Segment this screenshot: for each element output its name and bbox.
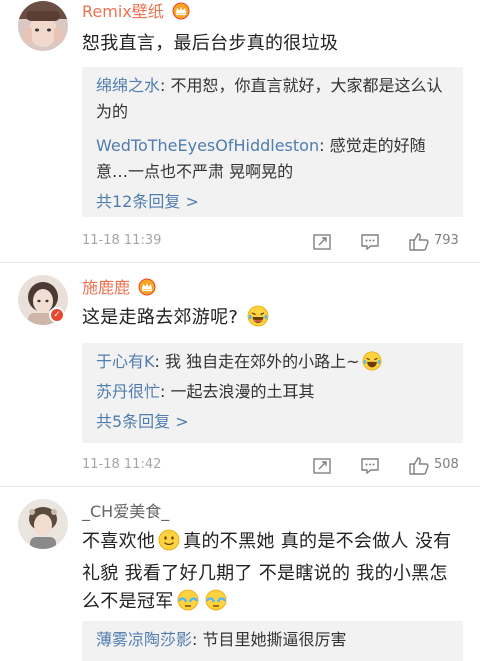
username[interactable]: 施鹿鹿 [82,278,156,301]
like-count: 508 [434,457,459,472]
reply-username[interactable]: 苏丹很忙 [96,382,160,401]
laughing-emoji-icon [362,351,382,379]
reply-item[interactable]: 苏丹很忙: 一起去浪漫的土耳其 [96,379,449,405]
reply-box[interactable]: 绵绵之水: 不用恕，你直言就好，大家都是这么认为的 WedToTheEyesOf… [82,67,463,217]
reply-item[interactable]: WedToTheEyesOfHiddleston: 感觉走的好随意…一点也不严肃… [96,133,449,185]
crown-icon [138,278,156,301]
comment-text: 不喜欢他 真的不黑她 真的是不会做人 没有礼貌 我看了好几期了 不是瞎说的 我的小… [82,528,457,620]
like-count: 793 [434,233,459,248]
like-icon[interactable] [408,456,430,480]
comment-icon[interactable] [360,456,380,480]
comment-text: 恕我直言，最后台步真的很垃圾 [82,33,339,54]
comment-item: Remix壁纸 恕我直言，最后台步真的很垃圾 绵绵之水: 不用恕，你直言就好，大… [0,0,480,262]
facepalm-emoji-icon [205,589,227,620]
forward-icon[interactable] [312,232,332,256]
comment-text-content: 这是走路去郊游呢? [82,307,239,328]
more-replies-link[interactable]: 共12条回复 > [96,189,449,215]
reply-text: : 节目里她撕逼很厉害 [192,630,347,649]
reply-username[interactable]: WedToTheEyesOfHiddleston [96,136,319,155]
reply-item[interactable]: 于心有K: 我 独自走在郊外的小路上~ [96,349,449,379]
smile-emoji-icon [158,529,180,560]
comment-item: _CH爱美食_ 不喜欢他 真的不黑她 真的是不会做人 没有礼貌 我看了好几期了 不… [0,487,480,661]
username[interactable]: Remix壁纸 [82,2,190,25]
timestamp: 11-18 11:39 [82,233,162,248]
username-text[interactable]: Remix壁纸 [82,2,164,21]
avatar[interactable] [18,1,68,51]
comment-item: ✓ 施鹿鹿 这是走路去郊游呢? 于心有K: 我 独自走在郊外的小路上~ 苏丹很忙… [0,263,480,486]
avatar[interactable] [18,499,68,549]
facepalm-emoji-icon [177,589,199,620]
comment-footer: 11-18 11:42 508 [82,454,463,478]
username-text[interactable]: 施鹿鹿 [82,278,130,297]
reply-username[interactable]: 于心有K [96,352,155,371]
reply-box[interactable]: 薄雾凉陶莎影: 节目里她撕逼很厉害 [82,621,463,661]
reply-item[interactable]: 薄雾凉陶莎影: 节目里她撕逼很厉害 [96,627,449,653]
username[interactable]: _CH爱美食_ [82,502,169,522]
comment-text: 这是走路去郊游呢? [82,304,457,336]
like-icon[interactable] [408,232,430,256]
comment-icon[interactable] [360,232,380,256]
reply-username[interactable]: 薄雾凉陶莎影 [96,630,192,649]
verified-badge: ✓ [49,307,65,323]
laughing-emoji-icon [247,305,269,336]
reply-box[interactable]: 于心有K: 我 独自走在郊外的小路上~ 苏丹很忙: 一起去浪漫的土耳其 共5条回… [82,343,463,443]
reply-text: : 我 独自走在郊外的小路上~ [154,352,360,371]
comment-text-part: 不喜欢他 [82,531,156,552]
timestamp: 11-18 11:42 [82,457,162,472]
comment-footer: 11-18 11:39 793 [82,230,463,254]
crown-icon [172,2,190,25]
reply-item[interactable]: 绵绵之水: 不用恕，你直言就好，大家都是这么认为的 [96,73,449,125]
reply-text: : 一起去浪漫的土耳其 [160,382,315,401]
forward-icon[interactable] [312,456,332,480]
reply-username[interactable]: 绵绵之水 [96,76,160,95]
more-replies-link[interactable]: 共5条回复 > [96,409,449,435]
